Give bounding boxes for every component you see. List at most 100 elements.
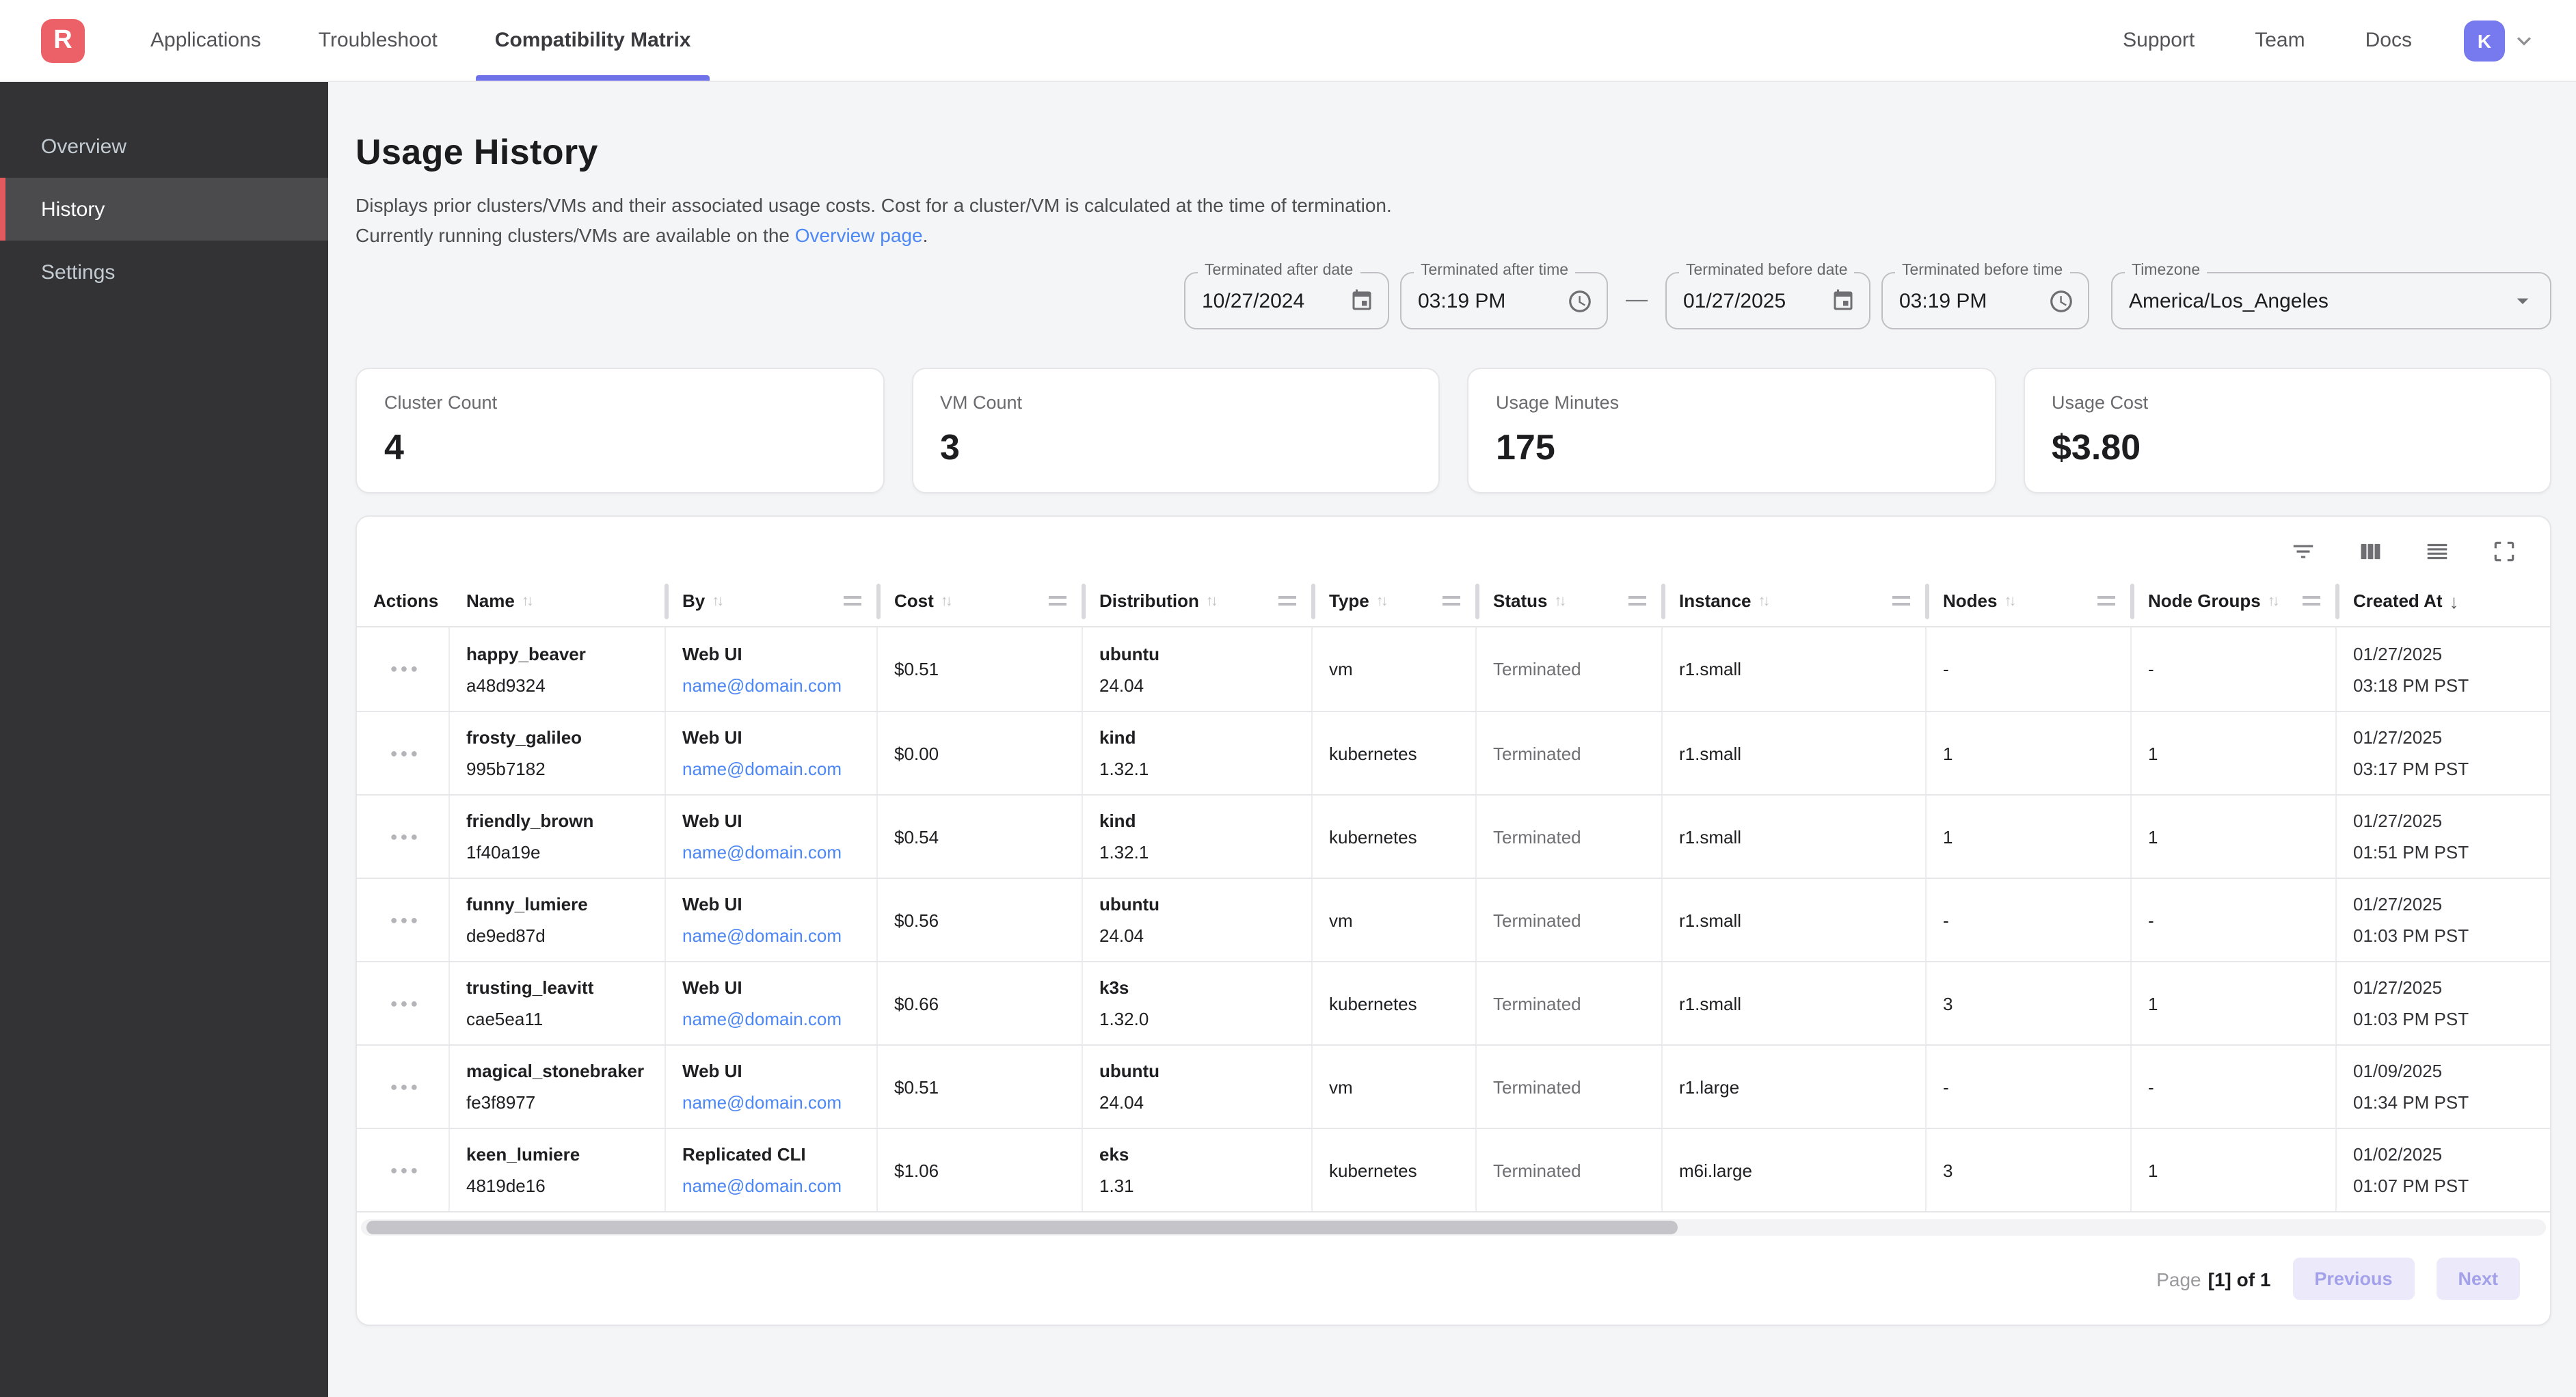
- column-drag-icon[interactable]: [844, 596, 861, 606]
- column-header-by[interactable]: By↑↓: [666, 575, 878, 626]
- user-menu[interactable]: K: [2464, 20, 2538, 61]
- scrollbar-thumb[interactable]: [366, 1221, 1678, 1234]
- terminated-after-date-field[interactable]: Terminated after date 10/27/2024: [1184, 272, 1389, 329]
- email-link[interactable]: name@domain.com: [682, 842, 866, 863]
- instance-cell: m6i.large: [1663, 1129, 1927, 1211]
- fullscreen-icon[interactable]: [2491, 539, 2517, 565]
- name-cell: magical_stonebrakerfe3f8977: [450, 1046, 666, 1128]
- email-link[interactable]: name@domain.com: [682, 1009, 866, 1029]
- cost-cell: $0.54: [878, 796, 1083, 878]
- created-at-cell: 01/09/202501:34 PM PST: [2337, 1046, 2550, 1128]
- type-cell: vm: [1313, 627, 1477, 711]
- tab-applications[interactable]: Applications: [137, 0, 275, 81]
- by-cell: Web UIname@domain.com: [666, 627, 878, 711]
- table-row: ●●● happy_beavera48d9324 Web UIname@doma…: [357, 627, 2550, 711]
- terminated-before-date-value[interactable]: 01/27/2025: [1683, 289, 1820, 312]
- column-drag-icon[interactable]: [1892, 596, 1910, 606]
- column-drag-icon[interactable]: [2097, 596, 2115, 606]
- sort-icon: ↑↓: [2004, 593, 2013, 609]
- terminated-before-date-field[interactable]: Terminated before date 01/27/2025: [1665, 272, 1870, 329]
- terminated-after-time-field[interactable]: Terminated after time 03:19 PM: [1400, 272, 1608, 329]
- column-header-created-at[interactable]: Created At↓: [2337, 575, 2550, 626]
- nav-link-docs[interactable]: Docs: [2365, 29, 2412, 52]
- chevron-down-icon: [2510, 27, 2538, 54]
- terminated-before-time-field[interactable]: Terminated before time 03:19 PM: [1881, 272, 2089, 329]
- previous-page-button[interactable]: Previous: [2292, 1258, 2414, 1300]
- terminated-after-time-value[interactable]: 03:19 PM: [1418, 289, 1556, 312]
- overview-page-link[interactable]: Overview page: [795, 224, 923, 246]
- email-link[interactable]: name@domain.com: [682, 675, 866, 695]
- column-header-status[interactable]: Status↑↓: [1477, 575, 1663, 626]
- column-label: Node Groups: [2148, 591, 2261, 611]
- status-cell: Terminated: [1477, 1129, 1663, 1211]
- sort-icon: ↑↓: [712, 593, 721, 609]
- email-link[interactable]: name@domain.com: [682, 759, 866, 779]
- column-header-node-groups[interactable]: Node Groups↑↓: [2132, 575, 2337, 626]
- table-row: ●●● keen_lumiere4819de16 Replicated CLIn…: [357, 1128, 2550, 1211]
- stat-label: Cluster Count: [384, 392, 855, 413]
- tab-compatibility-matrix[interactable]: Compatibility Matrix: [481, 0, 705, 81]
- cost-cell: $0.66: [878, 962, 1083, 1044]
- email-link[interactable]: name@domain.com: [682, 1176, 866, 1196]
- row-actions-button[interactable]: ●●●: [390, 993, 421, 1014]
- email-link[interactable]: name@domain.com: [682, 925, 866, 946]
- column-drag-icon[interactable]: [1443, 596, 1460, 606]
- instance-cell: r1.small: [1663, 627, 1927, 711]
- dropdown-arrow-icon[interactable]: [2509, 287, 2536, 314]
- node-groups-cell: 1: [2132, 962, 2337, 1044]
- type-cell: kubernetes: [1313, 712, 1477, 794]
- terminated-before-time-value[interactable]: 03:19 PM: [1899, 289, 2037, 312]
- nav-link-team[interactable]: Team: [2255, 29, 2305, 52]
- nav-link-support[interactable]: Support: [2123, 29, 2195, 52]
- row-actions-button[interactable]: ●●●: [390, 1160, 421, 1180]
- column-header-nodes[interactable]: Nodes↑↓: [1927, 575, 2132, 626]
- columns-icon[interactable]: [2357, 539, 2383, 565]
- tab-troubleshoot[interactable]: Troubleshoot: [305, 0, 451, 81]
- actions-cell: ●●●: [357, 1129, 450, 1211]
- actions-cell: ●●●: [357, 627, 450, 711]
- actions-cell: ●●●: [357, 962, 450, 1044]
- node-groups-cell: -: [2132, 1046, 2337, 1128]
- nav-right: Support Team Docs K: [2063, 20, 2576, 61]
- sidebar-item-settings[interactable]: Settings: [0, 241, 328, 303]
- row-actions-button[interactable]: ●●●: [390, 1076, 421, 1097]
- usage-history-table-card: Actions Name↑↓ By↑↓ Cost↑↓ Distribution↑…: [355, 515, 2551, 1326]
- column-drag-icon[interactable]: [2303, 596, 2320, 606]
- timezone-value[interactable]: America/Los_Angeles: [2129, 289, 2498, 312]
- column-header-name[interactable]: Name↑↓: [450, 575, 666, 626]
- by-cell: Web UIname@domain.com: [666, 796, 878, 878]
- terminated-after-date-value[interactable]: 10/27/2024: [1202, 289, 1339, 312]
- nodes-cell: -: [1927, 627, 2132, 711]
- column-drag-icon[interactable]: [1049, 596, 1066, 606]
- next-page-button[interactable]: Next: [2436, 1258, 2520, 1300]
- sidebar-item-history[interactable]: History: [0, 178, 328, 241]
- app-logo[interactable]: R: [41, 18, 85, 62]
- page-indicator: Page[1] of 1: [2156, 1268, 2270, 1290]
- sort-icon: ↑↓: [1376, 593, 1386, 609]
- calendar-icon[interactable]: [1350, 288, 1374, 313]
- column-header-cost[interactable]: Cost↑↓: [878, 575, 1083, 626]
- column-drag-icon[interactable]: [1628, 596, 1646, 606]
- filter-icon[interactable]: [2290, 539, 2316, 565]
- calendar-icon[interactable]: [1831, 288, 1855, 313]
- row-actions-button[interactable]: ●●●: [390, 659, 421, 679]
- instance-cell: r1.small: [1663, 962, 1927, 1044]
- clock-icon[interactable]: [1567, 288, 1593, 314]
- column-drag-icon[interactable]: [1278, 596, 1296, 606]
- row-actions-button[interactable]: ●●●: [390, 743, 421, 763]
- created-at-cell: 01/27/202501:03 PM PST: [2337, 962, 2550, 1044]
- density-icon[interactable]: [2424, 539, 2450, 565]
- nodes-cell: 1: [1927, 712, 2132, 794]
- column-header-distribution[interactable]: Distribution↑↓: [1083, 575, 1313, 626]
- clock-icon[interactable]: [2048, 288, 2074, 314]
- timezone-select[interactable]: Timezone America/Los_Angeles: [2111, 272, 2551, 329]
- table-row: ●●● funny_lumierede9ed87d Web UIname@dom…: [357, 878, 2550, 961]
- column-header-instance[interactable]: Instance↑↓: [1663, 575, 1927, 626]
- email-link[interactable]: name@domain.com: [682, 1092, 866, 1113]
- row-actions-button[interactable]: ●●●: [390, 826, 421, 847]
- column-header-type[interactable]: Type↑↓: [1313, 575, 1477, 626]
- sidebar-item-overview[interactable]: Overview: [0, 115, 328, 178]
- row-actions-button[interactable]: ●●●: [390, 910, 421, 930]
- avatar[interactable]: K: [2464, 20, 2505, 61]
- name-cell: friendly_brown1f40a19e: [450, 796, 666, 878]
